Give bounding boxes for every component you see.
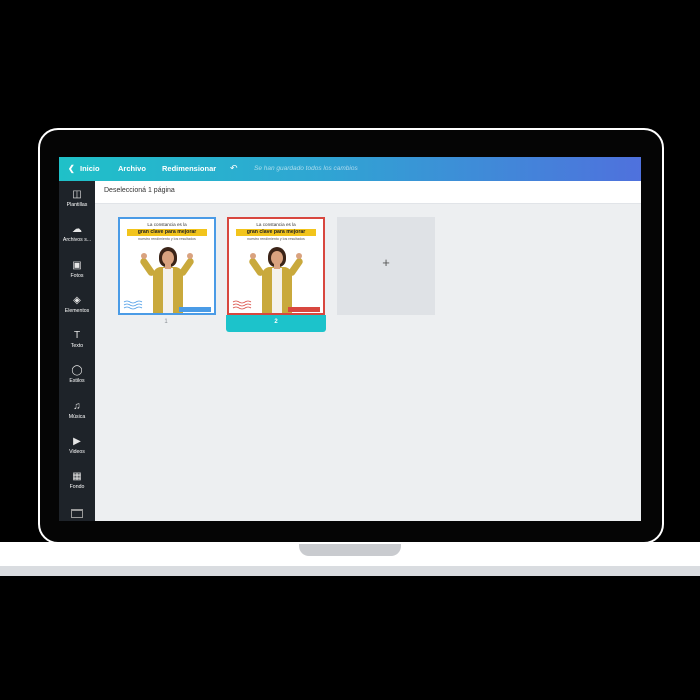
page-thumbnail-2[interactable]: La constancia es la gran clave para mejo… [227,217,325,315]
design-footer-bar [179,307,211,312]
sidebar-item-label: Texto [70,343,84,349]
image-icon: ▣ [72,260,82,271]
sidebar-item-label: Plantillas [66,202,88,208]
page-number-1: 1 [164,319,168,325]
laptop-base-shadow [0,566,700,576]
sidebar-item-label: Fondo [69,484,85,490]
sidebar-item-label: Música [68,414,86,420]
app-screen: ❮ Inicio Archivo Redimensionar ↶ Se han … [59,157,641,521]
page-selection-header: Deseleccioná 1 página [95,181,641,204]
design-text-line: La constancia es la [147,222,187,227]
sidebar-item-uploads[interactable]: ☁ Archivos s... [59,224,95,244]
palette-icon: ◯ [71,365,83,376]
undo-icon[interactable]: ↶ [230,162,238,174]
video-icon: ▶ [73,436,81,447]
file-menu-button[interactable]: Archivo [118,163,146,175]
template-icon: ◫ [72,189,82,200]
sidebar-item-photos[interactable]: ▣ Fotos [59,260,95,280]
design-highlight-text: gran clave para mejorar [236,229,316,236]
design-subtext: nuestro rendimiento y los resultados [247,237,305,241]
woman-photo [247,243,305,313]
sidebar-item-videos[interactable]: ▶ Videos [59,436,95,456]
wave-decoration-icon [123,300,143,310]
home-button[interactable]: Inicio [80,163,100,175]
sidebar-item-label: Archivos s... [62,237,92,243]
sidebar-item-elements[interactable]: ◈ Elementos [59,295,95,315]
sidebar-item-text[interactable]: T Texto [59,330,95,350]
sidebar-item-styles[interactable]: ◯ Estilos [59,365,95,385]
design-text-line: La constancia es la [256,222,296,227]
resize-button[interactable]: Redimensionar [162,163,216,175]
sidebar-item-label: Estilos [69,378,85,384]
music-icon: ♫ [73,401,81,412]
text-icon: T [73,330,81,341]
page-number-2: 2 [274,319,278,325]
chevron-left-icon[interactable]: ❮ [68,163,75,175]
save-status-text: Se han guardado todos los cambios [254,165,358,172]
design-footer-bar [288,307,320,312]
wave-decoration-icon [232,300,252,310]
page-thumbnail-1[interactable]: La constancia es la gran clave para mejo… [118,217,216,315]
background-pattern-icon: ▦ [72,471,82,482]
cloud-upload-icon: ☁ [72,224,82,235]
shapes-icon: ◈ [73,295,81,306]
folder-icon[interactable] [71,509,83,518]
deselect-page-button[interactable]: Deseleccioná 1 página [104,187,175,194]
sidebar-item-music[interactable]: ♫ Música [59,401,95,421]
sidebar-item-label: Elementos [64,308,90,314]
sidebar-item-background[interactable]: ▦ Fondo [59,471,95,491]
sidebar: ◫ Plantillas ☁ Archivos s... ▣ Fotos ◈ E… [59,181,95,521]
woman-photo [138,243,196,313]
add-page-button[interactable]: + [337,217,435,315]
top-toolbar: ❮ Inicio Archivo Redimensionar ↶ Se han … [59,157,641,181]
plus-icon: + [382,255,390,270]
sidebar-item-label: Fotos [70,273,84,279]
sidebar-item-templates[interactable]: ◫ Plantillas [59,189,95,209]
sidebar-item-label: Videos [69,449,85,455]
design-subtext: nuestro rendimiento y los resultados [138,237,196,241]
design-highlight-text: gran clave para mejorar [127,229,207,236]
